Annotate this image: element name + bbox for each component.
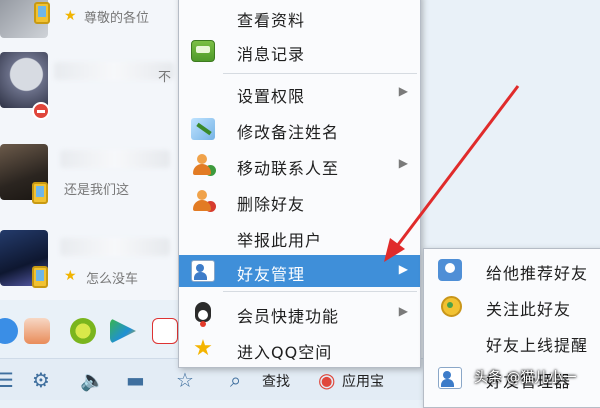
menu-item-move-contact[interactable]: 移动联系人至 ▶: [179, 149, 420, 181]
app-store-button[interactable]: 应用宝: [342, 371, 384, 391]
contact-signature: 尊敬的各位: [84, 11, 150, 26]
busy-status-icon: [32, 102, 50, 120]
menu-item-label: 会员快捷功能: [237, 307, 340, 326]
friend-manager-icon: [438, 367, 462, 389]
star-icon: ★: [64, 268, 77, 284]
app-icon[interactable]: [0, 318, 18, 344]
menu-item-permissions[interactable]: 设置权限 ▶: [179, 77, 420, 109]
stock-app-icon[interactable]: [152, 318, 178, 344]
contact-signature: 不: [158, 70, 172, 85]
mobile-online-icon: [34, 2, 50, 24]
search-button[interactable]: 查找: [262, 371, 290, 391]
contact-signature: 还是我们这: [64, 183, 130, 198]
submenu-item-online-reminder[interactable]: 好友上线提醒: [424, 325, 600, 359]
app-icon[interactable]: [24, 318, 50, 344]
follow-friend-icon: [438, 295, 462, 317]
folder-icon[interactable]: ▬: [126, 369, 145, 391]
search-icon[interactable]: ⌕: [230, 369, 241, 391]
edit-note-icon: [191, 118, 215, 140]
menu-item-vip-shortcuts[interactable]: 会员快捷功能 ▶: [179, 297, 420, 329]
menu-item-qzone[interactable]: ★ 进入QQ空间: [179, 333, 420, 365]
mobile-online-icon: [32, 182, 48, 204]
move-contact-icon: [191, 154, 216, 176]
submenu-item-label: 好友上线提醒: [486, 336, 589, 355]
contact-name: [60, 238, 170, 256]
star-icon: ★: [193, 336, 213, 361]
contact-context-menu: 查看资料 消息记录 设置权限 ▶ 修改备注姓名 移动联系人至 ▶ 删除好友 举报…: [178, 0, 421, 368]
contact-name: [60, 150, 170, 168]
chevron-right-icon: ▶: [398, 304, 408, 318]
menu-item-delete-friend[interactable]: 删除好友: [179, 185, 420, 217]
recommend-friend-icon: [438, 259, 462, 281]
menu-item-report-user[interactable]: 举报此用户: [179, 221, 420, 253]
friend-manage-icon: [191, 260, 215, 282]
gear-icon[interactable]: ⚙: [32, 369, 50, 391]
menu-item-label: 移动联系人至: [237, 159, 340, 178]
menu-item-label: 举报此用户: [237, 231, 323, 250]
menu-item-edit-remark[interactable]: 修改备注姓名: [179, 113, 420, 145]
mobile-online-icon: [32, 266, 48, 288]
volume-icon[interactable]: 🔈: [80, 369, 105, 391]
menu-icon[interactable]: ☰: [0, 369, 14, 391]
submenu-item-follow-friend[interactable]: 关注此好友: [424, 289, 600, 323]
menu-divider: [223, 291, 417, 292]
menu-item-label: 进入QQ空间: [237, 343, 333, 362]
submenu-item-label: 给他推荐好友: [486, 264, 589, 283]
submenu-item-recommend-friend[interactable]: 给他推荐好友: [424, 253, 600, 287]
menu-item-view-profile[interactable]: 查看资料: [179, 1, 420, 33]
menu-item-label: 消息记录: [237, 45, 306, 64]
menu-item-friend-management[interactable]: 好友管理 ▶: [179, 255, 420, 287]
menu-item-label: 查看资料: [237, 11, 306, 30]
star-icon: ★: [64, 8, 77, 24]
chat-history-icon: [191, 40, 215, 62]
watermark: 头条 @猫儿小一: [474, 370, 577, 386]
delete-friend-icon: [191, 190, 216, 212]
app-store-icon[interactable]: ◉: [318, 369, 335, 391]
chevron-right-icon: ▶: [398, 262, 408, 276]
contact-name: [54, 62, 174, 80]
menu-divider: [223, 73, 417, 74]
menu-item-message-history[interactable]: 消息记录: [179, 35, 420, 67]
chevron-right-icon: ▶: [398, 156, 408, 170]
music-app-icon[interactable]: [70, 318, 96, 344]
menu-item-label: 好友管理: [237, 265, 306, 284]
menu-item-label: 删除好友: [237, 195, 306, 214]
submenu-item-label: 关注此好友: [486, 300, 572, 319]
menu-item-label: 设置权限: [237, 87, 306, 106]
star-icon[interactable]: ☆: [176, 369, 194, 391]
qq-penguin-icon: [191, 302, 215, 324]
avatar[interactable]: [0, 52, 48, 108]
contact-signature: 怎么没车: [86, 272, 139, 287]
chevron-right-icon: ▶: [398, 84, 408, 98]
menu-item-label: 修改备注姓名: [237, 123, 340, 142]
video-app-icon[interactable]: [110, 318, 136, 344]
